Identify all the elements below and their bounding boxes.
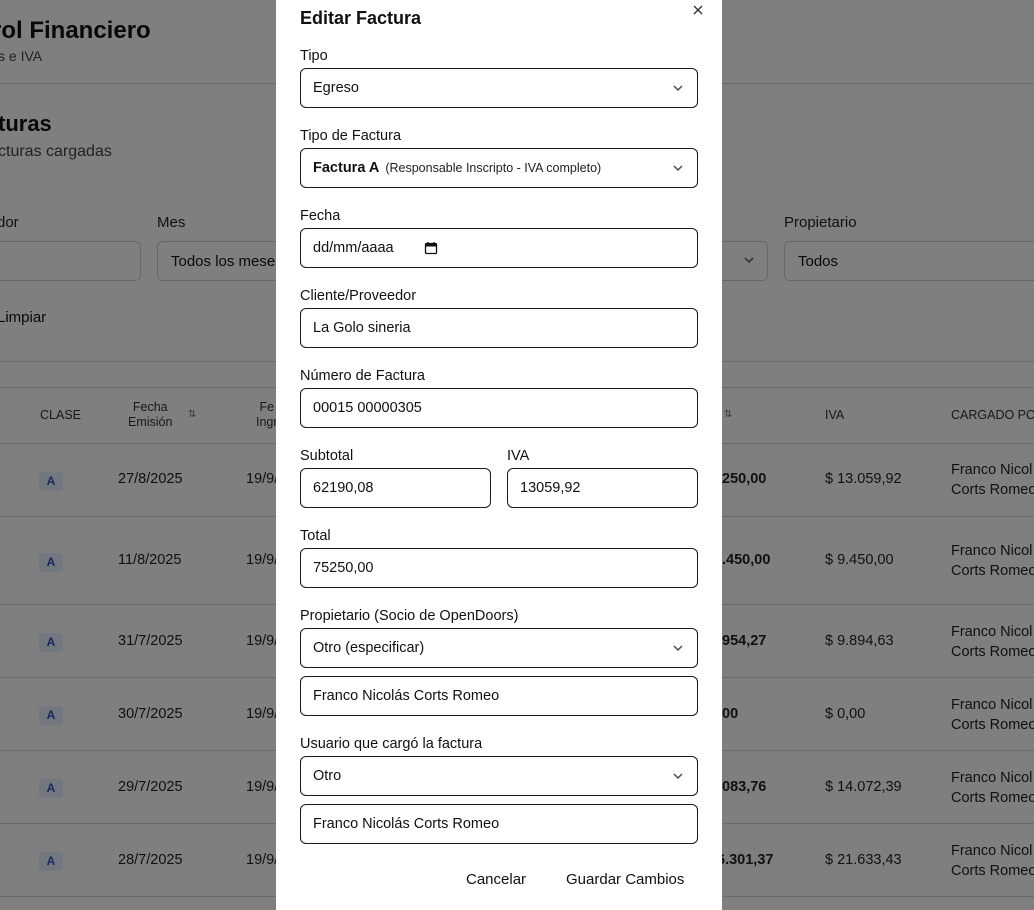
propietario-other-input[interactable]: Franco Nicolás Corts Romeo (300, 676, 698, 716)
tipo-factura-label: Tipo de Factura (300, 128, 402, 144)
cliente-value: La Golo sineria (313, 320, 411, 336)
total-input[interactable]: 75250,00 (300, 548, 698, 588)
total-value: 75250,00 (313, 560, 374, 576)
fecha-placeholder: dd/mm/aaaa (313, 240, 394, 256)
iva-value: 13059,92 (520, 480, 581, 496)
numero-value: 00015 00000305 (313, 400, 422, 416)
cliente-input[interactable]: La Golo sineria (300, 308, 698, 348)
propietario-other-value: Franco Nicolás Corts Romeo (313, 688, 500, 704)
edit-invoice-modal: Editar Factura Tipo Egreso Tipo de Factu… (276, 0, 722, 910)
fecha-input[interactable]: dd/mm/aaaa (300, 228, 698, 268)
chevron-down-icon (673, 773, 683, 779)
chevron-down-icon (673, 165, 683, 171)
cancel-button[interactable]: Cancelar (466, 871, 526, 888)
chevron-down-icon (673, 645, 683, 651)
tipo-factura-value: Factura A (313, 160, 380, 176)
modal-title: Editar Factura (300, 8, 422, 28)
iva-input[interactable]: 13059,92 (507, 468, 698, 508)
tipo-factura-select[interactable]: Factura A (Responsable Inscripto - IVA co… (300, 148, 698, 188)
subtotal-value: 62190,08 (313, 480, 374, 496)
usuario-select[interactable]: Otro (300, 756, 698, 796)
usuario-other-input[interactable]: Franco Nicolás Corts Romeo (300, 804, 698, 844)
propietario-label: Propietario (Socio de OpenDoors) (300, 608, 519, 624)
total-label: Total (300, 528, 331, 544)
tipo-select[interactable]: Egreso (300, 68, 698, 108)
iva-label: IVA (507, 448, 530, 464)
numero-input[interactable]: 00015 00000305 (300, 388, 698, 428)
subtotal-label: Subtotal (300, 448, 354, 464)
propietario-select[interactable]: Otro (especificar) (300, 628, 698, 668)
usuario-value: Otro (313, 768, 342, 784)
subtotal-input[interactable]: 62190,08 (300, 468, 491, 508)
usuario-label: Usuario que cargó la factura (300, 736, 483, 752)
fecha-label: Fecha (300, 208, 341, 224)
cliente-label: Cliente/Proveedor (300, 288, 417, 304)
close-icon (693, 5, 703, 15)
usuario-other-value: Franco Nicolás Corts Romeo (313, 816, 500, 832)
tipo-value: Egreso (313, 80, 359, 96)
close-button[interactable] (688, 0, 708, 20)
save-button[interactable]: Guardar Cambios (566, 871, 684, 888)
propietario-value: Otro (especificar) (313, 640, 425, 656)
numero-label: Número de Factura (300, 368, 425, 384)
tipo-factura-hint: (Responsable Inscripto - IVA completo) (385, 161, 602, 175)
calendar-icon[interactable] (424, 241, 438, 255)
tipo-label: Tipo (300, 48, 328, 64)
chevron-down-icon (673, 85, 683, 91)
